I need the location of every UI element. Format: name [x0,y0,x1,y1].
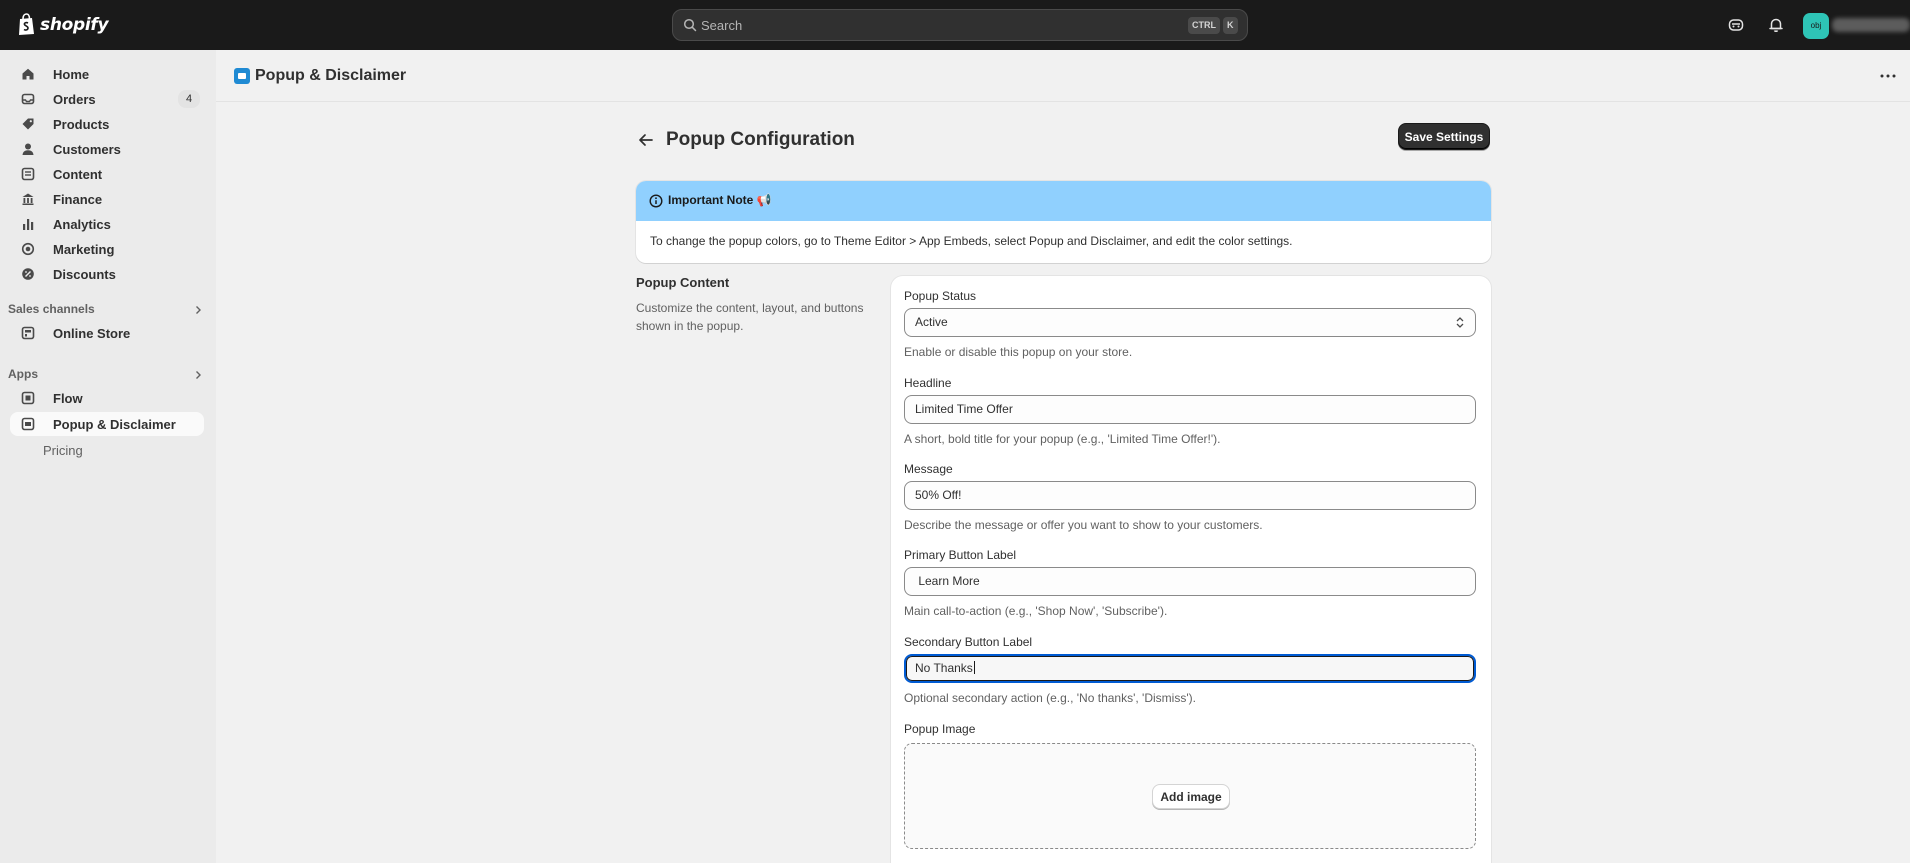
text-cursor [973,661,975,674]
app-title: Popup & Disclaimer [255,67,407,84]
important-note-banner: Important Note 📢 To change the popup col… [636,181,1491,263]
sidebar-item-online-store[interactable]: Online Store [10,321,204,345]
sidebar-item-label: Marketing [53,241,115,257]
secondary-button-label-label: Secondary Button Label [904,635,1033,649]
sidebar-item-label: Flow [53,390,83,406]
search-bar[interactable]: Search CTRL K [672,9,1248,41]
sidebar-item-label: Discounts [53,266,116,282]
bank-icon [20,191,36,207]
app-title-bar: Popup & Disclaimer [216,50,1910,102]
sidebar-item-label: Finance [53,191,103,207]
page-header: Popup Configuration [638,123,1498,155]
sales-channels-title: Sales channels [8,302,95,316]
sidebar-item-analytics[interactable]: Analytics [10,212,204,236]
popup-status-value: Active [915,315,948,329]
popup-app-icon [234,68,250,84]
sidebar-item-marketing[interactable]: Marketing [10,237,204,261]
sidebar-item-finance[interactable]: Finance [10,187,204,211]
popup-app-icon [20,416,36,432]
store-assistant-icon[interactable] [1727,16,1745,34]
note-body: To change the popup colors, go to Theme … [650,234,1293,248]
secondary-button-label-help: Optional secondary action (e.g., 'No tha… [904,691,1196,705]
search-icon [683,18,697,32]
save-settings-button[interactable]: Save Settings [1398,123,1490,150]
discount-icon [20,266,36,282]
secondary-button-label-input[interactable]: No Thanks [904,654,1476,683]
apps-header[interactable]: Apps [8,366,204,386]
sales-channels-header[interactable]: Sales channels [8,301,204,321]
sidebar-item-label: Home [53,66,90,82]
sidebar-item-discounts[interactable]: Discounts [10,262,204,286]
sidebar-item-home[interactable]: Home [10,62,204,86]
sidebar-item-label: Orders [53,91,96,107]
sidebar-item-orders[interactable]: Orders 4 [10,87,204,111]
brand-name: shopify [40,14,109,35]
popup-status-help: Enable or disable this popup on your sto… [904,345,1133,359]
search-placeholder: Search [701,18,743,33]
target-icon [20,241,36,257]
sidebar: Home Orders 4 Products Customers Content… [0,50,216,863]
popup-content-card: Popup Status Active Enable or disable th… [891,276,1491,863]
bar-chart-icon [20,216,36,232]
popup-status-label: Popup Status [904,289,977,303]
popup-status-select[interactable]: Active [904,308,1476,337]
sidebar-item-label: Products [53,116,110,132]
more-actions-icon[interactable] [1880,74,1896,78]
note-title: Important Note 📢 [668,193,772,207]
store-icon [20,325,36,341]
headline-label: Headline [904,376,952,390]
primary-button-label-label: Primary Button Label [904,548,1017,562]
primary-button-label-input[interactable]: Learn More [904,567,1476,596]
sidebar-item-label: Content [53,166,103,182]
shortcut-ctrl-key: CTRL [1188,17,1220,34]
headline-help: A short, bold title for your popup (e.g.… [904,432,1221,446]
message-help: Describe the message or offer you want t… [904,518,1263,532]
account-name-redacted[interactable] [1832,18,1910,32]
primary-button-label-help: Main call-to-action (e.g., 'Shop Now', '… [904,604,1168,618]
section-description: Customize the content, layout, and butto… [636,301,864,333]
secondary-button-label-value: No Thanks [915,661,973,675]
apps-title: Apps [8,367,38,381]
content-icon [20,166,36,182]
sidebar-item-flow[interactable]: Flow [10,386,204,410]
sidebar-item-label: Analytics [53,216,111,232]
sidebar-item-label: Pricing [43,442,83,458]
orders-count-badge: 4 [178,90,200,108]
add-image-button[interactable]: Add image [1152,784,1230,809]
shopify-bag-icon [19,13,34,35]
sidebar-item-customers[interactable]: Customers [10,137,204,161]
select-arrows-icon [1456,317,1464,328]
home-icon [20,66,36,82]
sidebar-item-content[interactable]: Content [10,162,204,186]
sidebar-item-pricing[interactable]: Pricing [10,438,204,462]
sidebar-item-label: Online Store [53,325,131,341]
shopify-logo[interactable]: shopify [17,13,109,36]
note-header: Important Note 📢 [636,181,1491,221]
flow-app-icon [20,390,36,406]
message-input[interactable]: 50% Off! [904,481,1476,510]
info-icon [649,194,663,208]
popup-image-label: Popup Image [904,722,976,736]
tag-icon [20,116,36,132]
avatar[interactable]: obj [1803,13,1829,39]
chevron-right-icon [196,371,201,379]
person-icon [20,141,36,157]
arrow-left-icon[interactable] [638,133,654,147]
message-label: Message [904,462,953,476]
section-title: Popup Content [636,275,730,290]
sidebar-item-products[interactable]: Products [10,112,204,136]
chevron-right-icon [196,306,201,314]
sidebar-item-popup-disclaimer[interactable]: Popup & Disclaimer [10,412,204,436]
headline-input[interactable]: Limited Time Offer [904,395,1476,424]
page-title: Popup Configuration [666,129,855,150]
bell-icon[interactable] [1767,16,1785,34]
image-dropzone[interactable]: Add image [904,743,1476,849]
sidebar-item-label: Popup & Disclaimer [53,416,176,432]
shortcut-k-key: K [1223,17,1238,34]
sidebar-item-label: Customers [53,141,121,157]
inbox-icon [20,91,36,107]
top-bar: shopify Search CTRL K obj [0,0,1910,50]
